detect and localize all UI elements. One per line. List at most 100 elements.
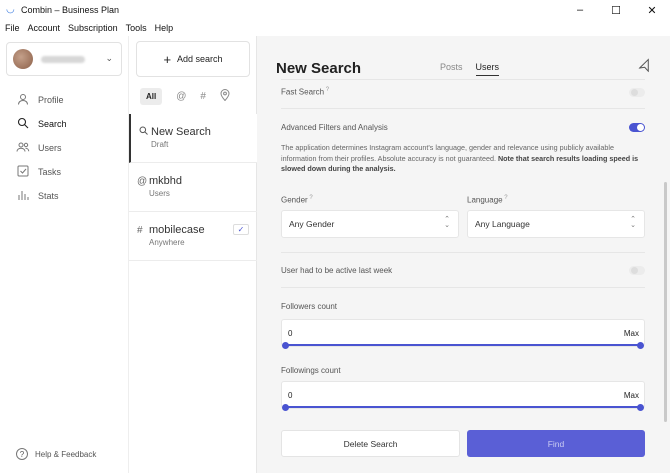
advanced-filters-label: Advanced Filters and Analysis [281,123,388,132]
advanced-filters-description: The application determines Instagram acc… [281,143,639,173]
account-name-blurred [41,55,85,63]
language-label: Language ? [467,195,508,205]
list-item[interactable]: New Search Draft [129,114,257,163]
hash-icon: # [137,224,143,236]
followings-min-value[interactable]: 0 [288,391,292,400]
gender-label: Gender ? [281,195,313,205]
sidebar-item-label: Search [38,119,67,129]
window-title: Combin – Business Plan [21,5,120,15]
language-select[interactable]: Any Language ⌃ ⌄ [467,210,645,238]
menu-bar: File Account Subscription Tools Help [0,20,670,36]
search-title: mkbhd [149,175,183,187]
search-subtitle: Users [149,189,170,198]
followers-min-handle[interactable] [282,342,289,349]
title-bar: ◡ Combin – Business Plan – ☐ ✕ [0,0,670,20]
fast-search-label: Fast Search ? [281,87,330,97]
sidebar: ⌄ Profile Search Users Tasks Stats ? Hel… [0,36,129,473]
scrollbar[interactable] [664,182,667,422]
close-button[interactable]: ✕ [634,0,670,20]
account-switcher[interactable]: ⌄ [6,42,122,76]
up-down-chevron-icon: ⌃ ⌄ [444,216,450,229]
add-search-label: Add search [177,54,223,64]
tasks-icon [16,165,30,180]
minimize-button[interactable]: – [562,0,598,20]
search-icon [139,126,148,138]
sidebar-item-label: Stats [38,191,59,201]
delete-search-button[interactable]: Delete Search [281,430,460,457]
language-value: Any Language [475,219,530,229]
tab-posts[interactable]: Posts [440,62,463,76]
followers-count-label: Followers count [281,302,338,311]
gender-select[interactable]: Any Gender ⌃ ⌄ [281,210,459,238]
menu-tools[interactable]: Tools [126,23,147,33]
menu-help[interactable]: Help [155,23,174,33]
help-feedback-label: Help & Feedback [35,449,97,459]
searches-panel: + Add search All @ # New Search Draft @ … [129,36,257,473]
send-icon[interactable] [637,58,655,77]
followers-max-value[interactable]: Max [624,329,639,338]
tab-users[interactable]: Users [475,62,500,76]
search-subtitle: Draft [151,140,169,149]
followers-range: 0 Max [281,319,645,349]
location-pin-icon [220,89,230,102]
sidebar-item-profile[interactable]: Profile [0,88,129,112]
followers-min-value[interactable]: 0 [288,329,292,338]
sidebar-item-label: Users [38,143,62,153]
sidebar-nav: Profile Search Users Tasks Stats [0,88,129,208]
followers-range-track [286,344,640,346]
search-list: New Search Draft @ mkbhd Users # mobilec… [129,114,257,261]
search-icon [16,117,30,132]
advanced-filters-toggle[interactable] [629,123,645,132]
divider [281,108,645,109]
active-last-week-toggle[interactable] [629,266,645,275]
menu-account[interactable]: Account [28,23,61,33]
header-divider [281,79,645,80]
followers-max-handle[interactable] [637,342,644,349]
help-feedback-link[interactable]: ? Help & Feedback [16,448,96,460]
list-item[interactable]: @ mkbhd Users [129,163,257,212]
search-editor: New Search Posts Users Fast Search ? Adv… [257,36,670,473]
checkmark-icon[interactable]: ✓ [233,224,249,235]
search-title: mobilecase [149,224,205,236]
followings-max-value[interactable]: Max [624,391,639,400]
menu-file[interactable]: File [5,23,20,33]
stats-icon [16,189,30,204]
search-subtitle: Anywhere [149,238,185,247]
fast-search-toggle[interactable] [629,88,645,97]
chevron-down-icon: ⌄ [105,53,113,63]
search-title: New Search [151,126,211,138]
filter-hashtags[interactable]: # [200,91,206,102]
find-button[interactable]: Find [467,430,645,457]
question-icon: ? [16,448,28,460]
window-controls: – ☐ ✕ [562,0,670,20]
filter-location[interactable] [220,89,230,104]
filter-users[interactable]: @ [176,91,186,102]
followings-count-label: Followings count [281,366,341,375]
active-last-week-label: User had to be active last week [281,266,393,275]
search-tabs: Posts Users [440,62,512,76]
add-search-button[interactable]: + Add search [136,41,250,77]
search-type-filters: All @ # [140,88,244,105]
followings-min-handle[interactable] [282,404,289,411]
plus-icon: + [163,51,172,67]
sidebar-item-stats[interactable]: Stats [0,184,129,208]
up-down-chevron-icon: ⌃ ⌄ [630,216,636,229]
filter-all[interactable]: All [140,88,163,105]
gender-value: Any Gender [289,219,335,229]
sidebar-item-label: Tasks [38,167,62,177]
menu-subscription[interactable]: Subscription [68,23,118,33]
followings-range: 0 Max [281,381,645,411]
at-icon: @ [137,175,148,187]
avatar [13,49,33,69]
divider [281,252,645,253]
sidebar-item-tasks[interactable]: Tasks [0,160,129,184]
person-icon [16,93,30,108]
followings-max-handle[interactable] [637,404,644,411]
sidebar-item-label: Profile [38,95,64,105]
list-item[interactable]: # mobilecase Anywhere ✓ [129,212,257,261]
combin-logo-icon: ◡ [6,4,15,15]
sidebar-item-users[interactable]: Users [0,136,129,160]
users-icon [16,141,30,156]
maximize-button[interactable]: ☐ [598,0,634,20]
sidebar-item-search[interactable]: Search [0,112,129,136]
